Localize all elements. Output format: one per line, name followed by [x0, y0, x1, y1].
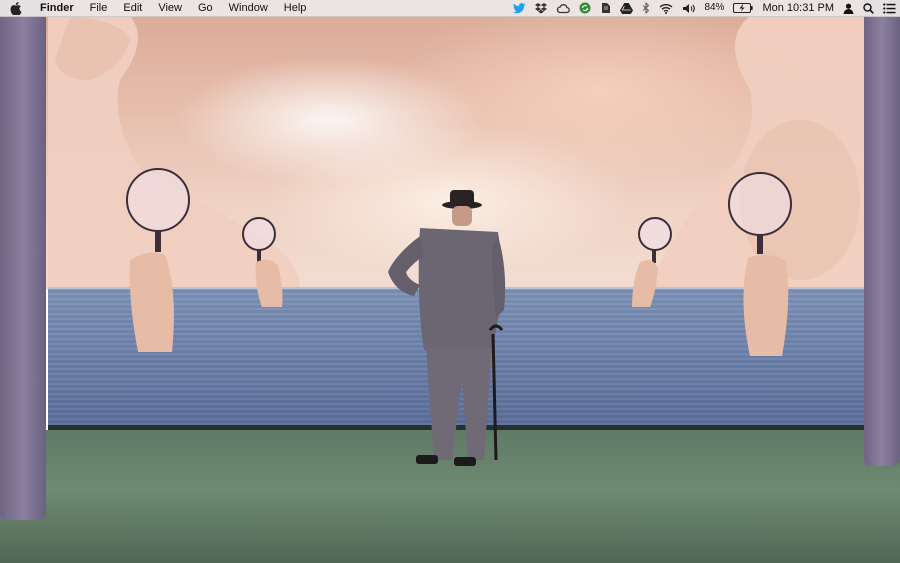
- wallpaper-sea: [48, 288, 864, 426]
- desktop[interactable]: [0, 0, 900, 563]
- wallpaper-pillar-left: [0, 0, 46, 520]
- apple-menu-icon[interactable]: [0, 0, 32, 16]
- menu-file[interactable]: File: [82, 0, 116, 16]
- menu-edit[interactable]: Edit: [115, 0, 150, 16]
- menu-app-name[interactable]: Finder: [32, 0, 82, 16]
- volume-icon[interactable]: [682, 0, 696, 16]
- wallpaper-horizon: [48, 287, 864, 289]
- status-menu-cluster: 84% Mon 10:31 PM: [513, 0, 896, 16]
- wallpaper-pillar-right: [864, 0, 900, 466]
- menu-help[interactable]: Help: [276, 0, 315, 16]
- bluetooth-icon[interactable]: [642, 0, 650, 16]
- menu-go[interactable]: Go: [190, 0, 221, 16]
- spotlight-search-icon[interactable]: [863, 0, 874, 16]
- notification-center-icon[interactable]: [883, 0, 896, 16]
- menu-bar: Finder File Edit View Go Window Help 84%…: [0, 0, 900, 17]
- cloud-app-icon[interactable]: [556, 0, 571, 16]
- wifi-icon[interactable]: [659, 0, 673, 16]
- sync-icon[interactable]: [579, 0, 591, 16]
- user-account-icon[interactable]: [843, 0, 854, 16]
- wallpaper-sky: [0, 0, 900, 290]
- menu-window[interactable]: Window: [221, 0, 276, 16]
- wallpaper-floor: [0, 430, 900, 563]
- battery-percent[interactable]: 84%: [704, 0, 724, 16]
- battery-charging-icon[interactable]: [733, 0, 754, 16]
- dropbox-icon[interactable]: [535, 0, 548, 16]
- menu-view[interactable]: View: [150, 0, 190, 16]
- menu-clock[interactable]: Mon 10:31 PM: [762, 0, 834, 16]
- twitter-bird-icon[interactable]: [513, 0, 526, 16]
- google-drive-icon[interactable]: [620, 0, 634, 16]
- evernote-icon[interactable]: [600, 0, 611, 16]
